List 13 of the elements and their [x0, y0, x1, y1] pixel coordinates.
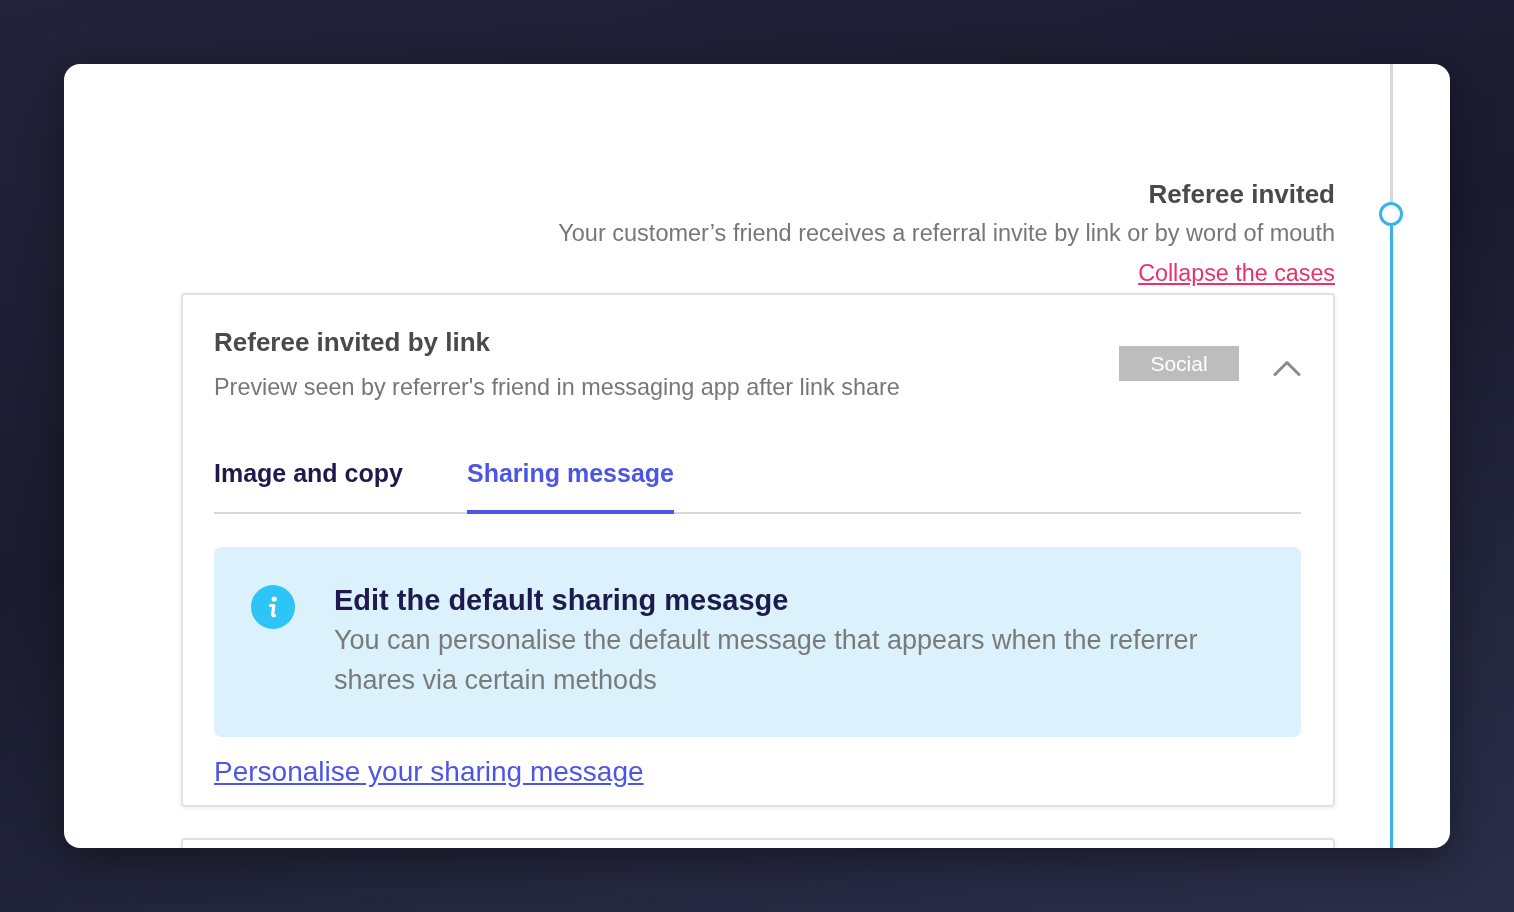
personalise-link[interactable]: Personalise your sharing message — [214, 755, 644, 789]
info-text: You can personalise the default message that appears when the referrer shares via certain methods — [334, 624, 1199, 697]
category-tag: Social — [1119, 346, 1239, 381]
info-icon — [251, 585, 295, 629]
step-description: Your customer’s friend receives a referral invite by link or by word of mouth — [558, 219, 1335, 248]
collapse-link[interactable]: Collapse the cases — [1138, 258, 1335, 288]
info-title: Edit the default sharing mesasge — [334, 583, 790, 618]
tab[interactable]: Image and copy — [214, 457, 403, 514]
case-subtitle: Preview seen by referrer's friend in messaging app after link share — [214, 373, 901, 402]
case-title: Referee invited by link — [214, 326, 491, 359]
step-title: Referee invited — [1148, 178, 1335, 211]
tab[interactable]: Sharing message — [466, 457, 674, 514]
chevron-up-icon[interactable] — [1273, 359, 1301, 376]
